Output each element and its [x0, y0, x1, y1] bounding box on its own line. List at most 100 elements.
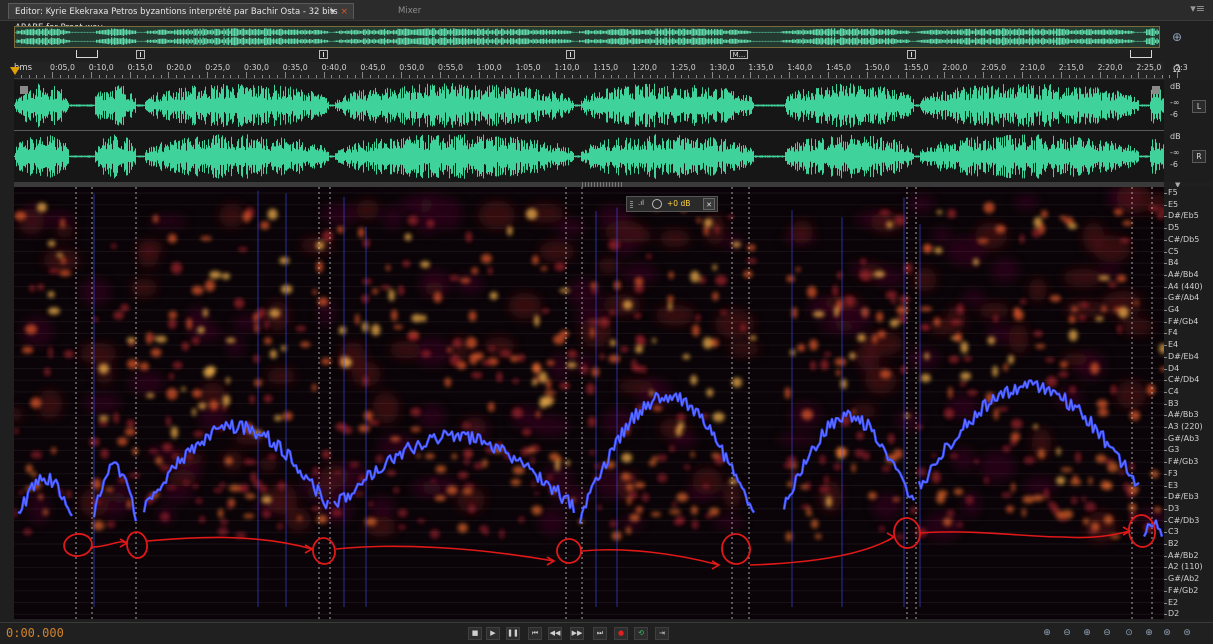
overview-navigator[interactable] — [14, 26, 1160, 48]
ruler-tick — [688, 75, 689, 78]
ruler-tick-label: 2:20,0 — [1098, 63, 1123, 72]
go-to-end-icon: ⏭ — [597, 629, 603, 637]
zoom-out-full-button[interactable]: ⊙ — [1122, 627, 1136, 640]
hud-drag-handle[interactable] — [630, 200, 633, 208]
ruler-tick — [735, 75, 736, 78]
go-to-start-button[interactable]: ⏮ — [528, 627, 542, 640]
cue-marker[interactable] — [566, 50, 575, 59]
pitch-label: C#/Db4 — [1168, 375, 1199, 384]
pitch-tick — [1164, 205, 1167, 206]
pitch-tick — [1164, 263, 1167, 264]
panel-menu-icon[interactable]: ▾≡ — [1190, 2, 1205, 15]
ruler-tick — [820, 75, 821, 78]
zoom-out-amplitude-button[interactable]: ⊖ — [1060, 627, 1074, 640]
pitch-label: E5 — [1168, 200, 1178, 209]
zoom-in-icon[interactable]: ⊕ — [1172, 30, 1182, 44]
ruler-tick — [844, 75, 845, 78]
loop-button[interactable]: ⟲ — [634, 627, 648, 640]
ruler-tick-label: 0:30,0 — [244, 63, 269, 72]
headphones-icon[interactable]: Ω — [1173, 64, 1181, 75]
ruler-tick — [580, 75, 581, 78]
selection-start-bracket[interactable] — [76, 50, 98, 58]
skip-selection-button[interactable]: ⇥ — [655, 627, 669, 640]
record-button[interactable]: ● — [614, 627, 628, 640]
ruler-tick — [673, 72, 674, 78]
ruler-tick — [712, 72, 713, 78]
zoom-to-fit-button[interactable]: ⊜ — [1180, 627, 1194, 640]
play-button[interactable]: ▶ — [486, 627, 500, 640]
go-to-end-button[interactable]: ⏭ — [593, 627, 607, 640]
rewind-button[interactable]: ◀◀ — [548, 627, 562, 640]
ruler-tick — [618, 75, 619, 78]
ruler-tick — [975, 75, 976, 78]
zoom-selection-button[interactable]: ⊛ — [1160, 627, 1174, 640]
pitch-tick — [1164, 532, 1167, 533]
tab-mixer[interactable]: Mixer — [392, 3, 432, 19]
zoom-in-point-icon: ⊕ — [1145, 628, 1153, 638]
pitch-label: C5 — [1168, 247, 1179, 256]
waveform-channels — [14, 80, 1164, 182]
fast-forward-button[interactable]: ▶▶ — [570, 627, 584, 640]
ruler-tick — [471, 75, 472, 78]
ruler-tick — [432, 75, 433, 78]
pitch-tick — [1164, 497, 1167, 498]
pitch-tick — [1164, 310, 1167, 311]
playhead-handle[interactable] — [10, 67, 20, 75]
zoom-in-time-button[interactable]: ⊕ — [1080, 627, 1094, 640]
pitch-label: D5 — [1168, 223, 1179, 232]
ruler-tick — [424, 75, 425, 78]
file-dropdown-icon[interactable]: ▾ — [331, 4, 335, 20]
pitch-tick — [1164, 369, 1167, 370]
time-ruler[interactable]: hms 0:05,00:10,00:15,00:20,00:25,00:30,0… — [14, 62, 1164, 79]
pitch-label: D3 — [1168, 504, 1179, 513]
pin-icon[interactable]: ✕ — [703, 198, 715, 210]
ruler-tick — [510, 75, 511, 78]
pitch-label: A#/Bb4 — [1168, 270, 1199, 279]
ruler-tick — [650, 75, 651, 78]
ruler-tick — [60, 75, 61, 78]
ruler-tick — [774, 75, 775, 78]
pitch-label: F4 — [1168, 328, 1178, 337]
pitch-label: A4 (440) — [1168, 282, 1203, 291]
ruler-tick — [1169, 75, 1170, 78]
zoom-out-time-button[interactable]: ⊖ — [1100, 627, 1114, 640]
ruler-tick — [29, 75, 30, 78]
tab-editor[interactable]: Editor: Kyrie Ekekraxa Petros byzantions… — [8, 3, 354, 19]
stop-button[interactable]: ■ — [468, 627, 482, 640]
cue-marker-label[interactable]: M... — [730, 50, 748, 59]
ruler-tick — [316, 75, 317, 78]
volume-knob[interactable] — [652, 199, 662, 209]
ruler-tick-label: 0:50,0 — [399, 63, 424, 72]
ruler-tick — [890, 75, 891, 78]
hud-volume-control[interactable]: .ıl +0 dB ✕ — [626, 196, 718, 212]
zoom-in-point-button[interactable]: ⊕ — [1142, 627, 1156, 640]
ruler-tick — [805, 75, 806, 78]
ruler-tick-label: 0:15,0 — [128, 63, 153, 72]
cue-marker[interactable] — [136, 50, 145, 59]
ruler-tick — [137, 75, 138, 78]
waveform-display[interactable] — [14, 80, 1164, 182]
fade-out-handle[interactable] — [1152, 86, 1160, 94]
cue-marker[interactable] — [319, 50, 328, 59]
selection-end-bracket[interactable] — [1130, 50, 1152, 58]
spectral-pitch-display[interactable] — [14, 187, 1164, 619]
channel-right-button[interactable]: R — [1192, 150, 1206, 163]
close-icon[interactable]: × — [340, 4, 348, 20]
pitch-label: C#/Db3 — [1168, 516, 1199, 525]
cue-marker[interactable] — [907, 50, 916, 59]
ruler-tick — [1146, 75, 1147, 78]
zoom-in-amplitude-button[interactable]: ⊕ — [1040, 627, 1054, 640]
pause-button[interactable]: ❚❚ — [506, 627, 520, 640]
ruler-tick — [634, 72, 635, 78]
fast-forward-icon: ▶▶ — [572, 629, 583, 637]
ruler-tick — [1069, 75, 1070, 78]
stop-icon: ■ — [472, 629, 479, 637]
channel-left-button[interactable]: L — [1192, 100, 1206, 113]
ruler-tick — [153, 75, 154, 78]
fade-in-handle[interactable] — [20, 86, 28, 94]
pitch-tick — [1164, 380, 1167, 381]
pitch-label: A2 (110) — [1168, 562, 1203, 571]
ruler-tick — [122, 75, 123, 78]
pitch-label: G#/Ab3 — [1168, 434, 1199, 443]
spectral-pitch-view — [14, 187, 1164, 619]
